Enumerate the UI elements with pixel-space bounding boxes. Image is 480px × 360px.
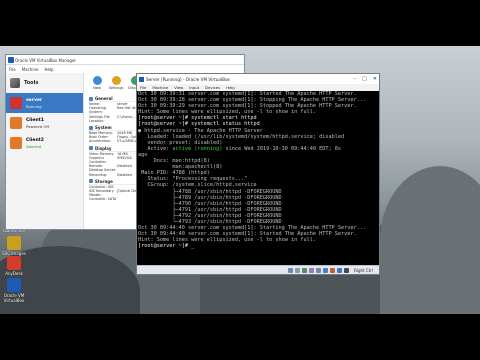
new-button[interactable]: New bbox=[89, 75, 105, 93]
app-icon bbox=[7, 236, 21, 250]
detail-key: Operating System: bbox=[89, 106, 106, 115]
detail-key: Controller: SATA bbox=[89, 197, 117, 202]
desktop-icon[interactable]: SSC Images bbox=[2, 236, 26, 256]
terminal-console[interactable]: Oct 30 09:39:31 server.com systemd[1]: S… bbox=[137, 91, 379, 266]
tools-item[interactable]: Tools bbox=[6, 73, 83, 93]
settings-button[interactable]: Settings bbox=[108, 75, 124, 93]
detail-value: VMSVGA bbox=[117, 155, 132, 160]
desktop-icon-label: AnyDesk bbox=[5, 271, 23, 276]
active-status: active (running) bbox=[172, 145, 223, 152]
gear-icon bbox=[111, 76, 121, 85]
system-icon bbox=[89, 125, 93, 130]
terminal-line: Loaded: loaded (/usr/lib/systemd/system/… bbox=[138, 133, 345, 140]
manager-menubar: File Machine Help bbox=[6, 65, 244, 73]
network-icon bbox=[302, 267, 308, 273]
close-icon[interactable]: ✕ bbox=[373, 76, 377, 82]
mouse-integration-icon bbox=[344, 267, 350, 273]
vm-name: server bbox=[26, 97, 43, 103]
detail-key: Recording: bbox=[89, 172, 108, 177]
app-icon bbox=[7, 256, 21, 270]
vm-window-title: Server [Running] - Oracle VM VirtualBox bbox=[146, 76, 230, 82]
hdd-icon bbox=[288, 267, 294, 273]
vm-statusbar: Right Ctrl bbox=[137, 265, 379, 274]
terminal-line: [root@server ~]# _ bbox=[138, 243, 195, 250]
vm-state: Powered Off bbox=[26, 123, 49, 129]
detail-value: C:\Users\... bbox=[117, 114, 136, 119]
tools-icon bbox=[10, 78, 20, 88]
vm-state: Aborted bbox=[26, 143, 42, 149]
tools-label: Tools bbox=[24, 80, 39, 86]
display-icon bbox=[323, 267, 329, 273]
manager-title: Oracle VM VirtualBox Manager bbox=[15, 58, 77, 63]
vm-state: Running bbox=[26, 103, 42, 109]
redhat-icon bbox=[10, 97, 22, 109]
usb-icon bbox=[309, 267, 315, 273]
detail-key: Remote Desktop Server: bbox=[89, 164, 117, 173]
vm-item-client2[interactable]: Client2 Aborted bbox=[6, 133, 83, 153]
vm-console-window: Server [Running] - Oracle VM VirtualBox … bbox=[136, 73, 380, 275]
optical-icon bbox=[295, 267, 301, 273]
virtualbox-logo-icon bbox=[139, 76, 144, 82]
desktop-icon-label: Oracle VM VirtualBox bbox=[3, 293, 25, 303]
ubuntu-icon bbox=[10, 137, 22, 149]
detail-key: Settings File Location: bbox=[89, 114, 110, 123]
desktop-icon[interactable]: Oracle VM VirtualBox bbox=[2, 278, 26, 303]
section-title: Display bbox=[95, 145, 112, 151]
manager-titlebar: Oracle VM VirtualBox Manager bbox=[6, 55, 244, 65]
minimize-icon[interactable]: – bbox=[354, 76, 357, 82]
shared-folder-icon bbox=[316, 267, 322, 273]
vm-name: Client2 bbox=[26, 137, 44, 143]
section-title: Storage bbox=[95, 178, 113, 184]
general-icon bbox=[89, 96, 93, 101]
detail-key: Graphics Controller: bbox=[89, 155, 107, 165]
display-icon bbox=[89, 146, 93, 151]
detail-value: Disabled bbox=[117, 172, 132, 177]
detail-key: IDE Secondary Master: bbox=[89, 189, 114, 198]
host-key-label: Right Ctrl bbox=[354, 267, 373, 273]
vm-item-server[interactable]: server Running bbox=[6, 93, 83, 113]
section-title: General bbox=[95, 96, 113, 101]
app-icon bbox=[7, 278, 21, 292]
detail-key: Acceleration: bbox=[89, 139, 112, 144]
cpu-icon bbox=[337, 267, 343, 273]
recording-icon bbox=[330, 267, 336, 273]
desktop-icon[interactable]: AnyDesk bbox=[2, 256, 26, 276]
detail-value: Disabled bbox=[117, 164, 132, 169]
maximize-icon[interactable]: □ bbox=[362, 76, 367, 82]
vm-titlebar: Server [Running] - Oracle VM VirtualBox … bbox=[137, 74, 379, 84]
vm-list-panel: Tools server Running Client1 Powered Off… bbox=[6, 73, 84, 229]
storage-icon bbox=[89, 179, 93, 184]
screen: Control PanelLibreOfficeSSC ImagesAnyDes… bbox=[0, 0, 480, 360]
section-title: System bbox=[95, 125, 112, 131]
vm-menubar: File Machine View Input Devices Help bbox=[137, 84, 379, 91]
new-icon bbox=[92, 76, 102, 85]
ubuntu-icon bbox=[10, 117, 22, 129]
vm-item-client1[interactable]: Client1 Powered Off bbox=[6, 113, 83, 133]
virtualbox-logo-icon bbox=[8, 57, 14, 63]
